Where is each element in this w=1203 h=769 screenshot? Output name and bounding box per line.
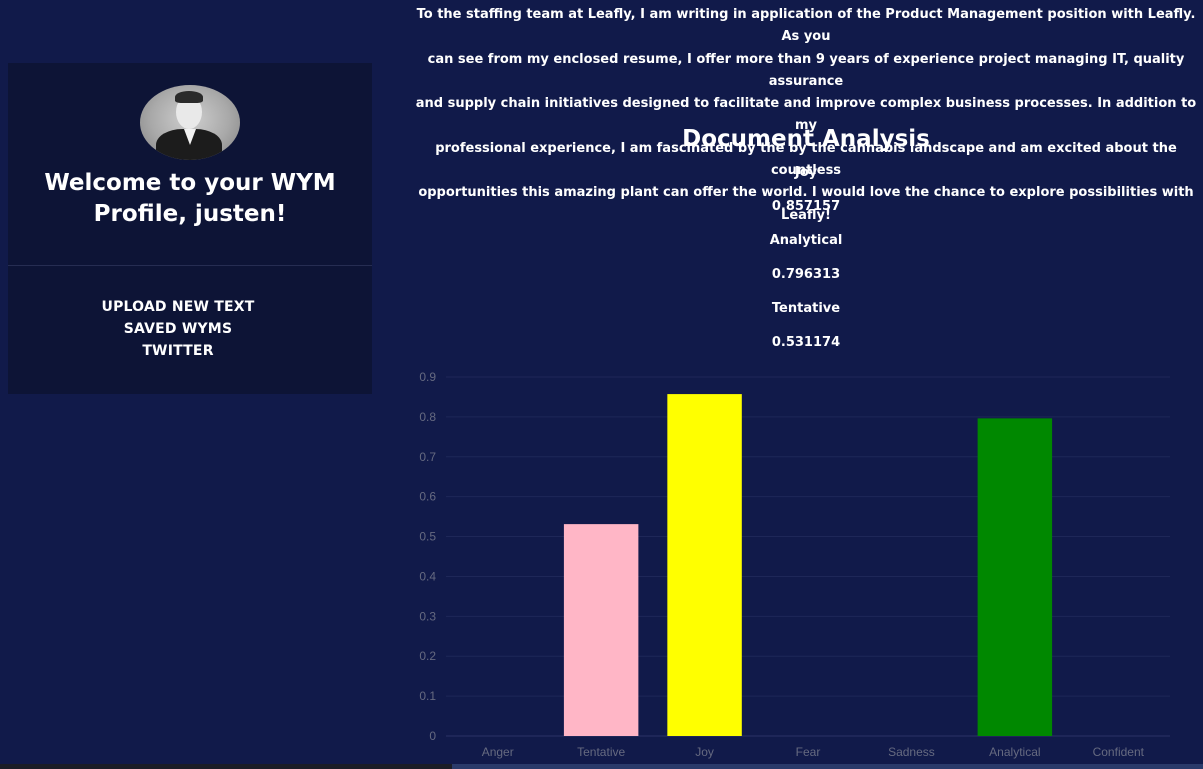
tone-name-analytical: Analytical bbox=[769, 233, 843, 248]
nav-saved-wyms[interactable]: SAVED WYMS bbox=[8, 318, 348, 340]
bar-analytical[interactable] bbox=[977, 418, 1053, 736]
letter-line: can see from my enclosed resume, I offer… bbox=[427, 51, 1185, 89]
welcome-heading: Welcome to your WYM Profile, justen! bbox=[8, 168, 372, 230]
y-tick-label: 0.5 bbox=[419, 530, 436, 544]
x-tick-label: Tentative bbox=[577, 745, 625, 759]
tone-name-tentative: Tentative bbox=[771, 301, 841, 316]
x-tick-label: Confident bbox=[1093, 745, 1145, 759]
page: Welcome to your WYM Profile, justen! UPL… bbox=[0, 0, 1203, 769]
y-tick-label: 0.7 bbox=[419, 450, 436, 464]
profile-sidebar: Welcome to your WYM Profile, justen! UPL… bbox=[8, 63, 372, 394]
y-tick-label: 0.2 bbox=[419, 649, 436, 663]
taskbar-strip-left bbox=[0, 764, 452, 769]
letter-line: To the staffing team at Leafly, I am wri… bbox=[416, 7, 1196, 45]
bar-tentative[interactable] bbox=[563, 524, 639, 736]
tone-name-joy: Joy bbox=[794, 165, 818, 180]
avatar-hair bbox=[175, 91, 203, 103]
welcome-line-2: Profile, justen! bbox=[93, 201, 287, 227]
tone-bar-chart: 0.9 0.8 0.7 0.6 0.5 0.4 0.3 0.2 0.1 0 Anger Tentati… bbox=[408, 362, 1188, 768]
tone-score-joy: 0.857157 bbox=[771, 199, 841, 214]
nav-upload-new-text[interactable]: UPLOAD NEW TEXT bbox=[8, 296, 348, 318]
sidebar-nav: UPLOAD NEW TEXT SAVED WYMS TWITTER bbox=[8, 296, 348, 362]
x-tick-label: Fear bbox=[796, 745, 821, 759]
y-tick-label: 0.1 bbox=[419, 689, 436, 703]
y-tick-label: 0.9 bbox=[419, 370, 436, 384]
tone-score-tentative: 0.531174 bbox=[771, 335, 841, 350]
nav-twitter[interactable]: TWITTER bbox=[8, 340, 348, 362]
y-tick-label: 0 bbox=[429, 729, 436, 743]
letter-text: To the staffing team at Leafly, I am wri… bbox=[414, 4, 1198, 227]
avatar bbox=[140, 85, 240, 160]
taskbar-strip-right bbox=[452, 764, 1203, 769]
tone-score-analytical: 0.796313 bbox=[771, 267, 841, 282]
y-tick-label: 0.3 bbox=[419, 609, 436, 623]
bar-joy[interactable] bbox=[667, 394, 742, 736]
x-tick-label: Anger bbox=[482, 745, 514, 759]
y-tick-label: 0.6 bbox=[419, 490, 436, 504]
chart-svg: 0.9 0.8 0.7 0.6 0.5 0.4 0.3 0.2 0.1 0 Anger Tentati… bbox=[419, 370, 1170, 759]
y-tick-label: 0.8 bbox=[419, 410, 436, 424]
analysis-title: Document Analysis bbox=[682, 126, 930, 152]
y-tick-label: 0.4 bbox=[419, 569, 436, 583]
sidebar-divider bbox=[8, 265, 372, 266]
x-tick-label: Sadness bbox=[888, 745, 935, 759]
x-tick-label: Analytical bbox=[989, 745, 1040, 759]
x-tick-label: Joy bbox=[695, 745, 714, 759]
welcome-line-1: Welcome to your WYM bbox=[44, 170, 336, 196]
